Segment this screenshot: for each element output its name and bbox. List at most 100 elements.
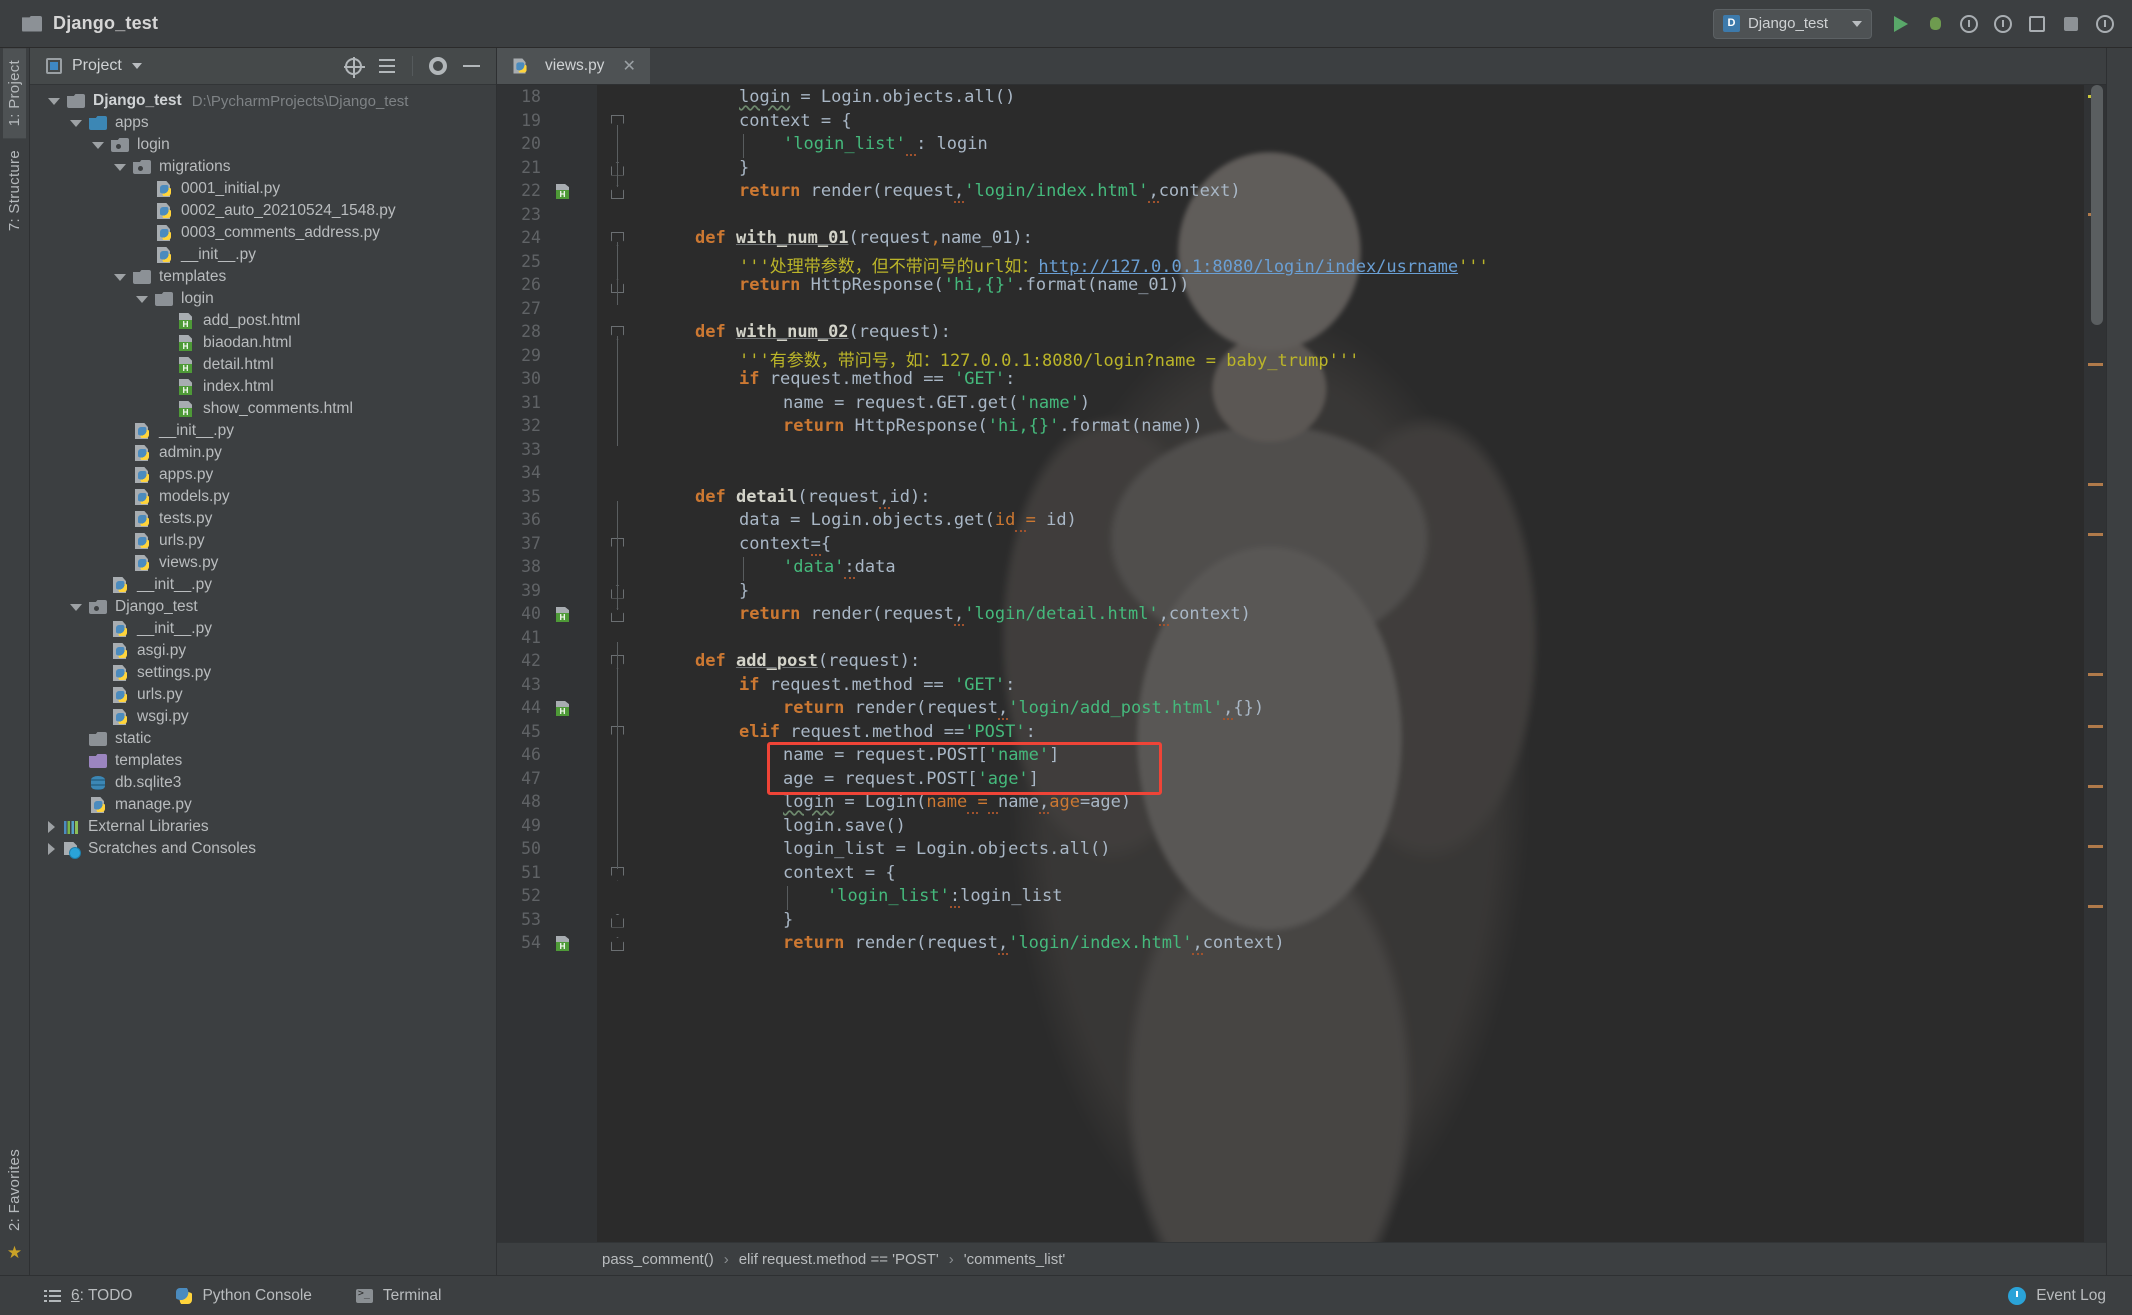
code-line[interactable]: '''处理带参数，但不带问号的url如：http://127.0.0.1:808…: [739, 252, 1489, 277]
run-configuration-selector[interactable]: D Django_test: [1713, 9, 1872, 39]
close-icon[interactable]: ✕: [622, 56, 635, 76]
tree-item-migrations[interactable]: migrations: [30, 156, 496, 178]
tree-item--init-py[interactable]: __init__.py: [30, 574, 496, 596]
chevron-down-icon[interactable]: [48, 98, 60, 105]
html-template-gutter-icon[interactable]: [556, 701, 571, 716]
tree-item-db-sqlite3[interactable]: db.sqlite3: [30, 772, 496, 794]
code-line[interactable]: return render(request,'login/detail.html…: [739, 604, 1251, 624]
tree-item-settings-py[interactable]: settings.py: [30, 662, 496, 684]
breadcrumb-item-2[interactable]: 'comments_list': [959, 1251, 1071, 1268]
code-line[interactable]: [651, 440, 661, 460]
code-fold-close-icon[interactable]: [611, 185, 624, 199]
breadcrumb-item-1[interactable]: elif request.method == 'POST': [734, 1251, 944, 1268]
tree-item-login[interactable]: login: [30, 288, 496, 310]
editor-tab-views-py[interactable]: views.py ✕: [497, 48, 650, 84]
tree-item-wsgi-py[interactable]: wsgi.py: [30, 706, 496, 728]
chevron-right-icon[interactable]: [48, 821, 55, 833]
code-line[interactable]: 'login_list' : login: [783, 134, 988, 154]
code-line[interactable]: 'login_list':login_list: [827, 886, 1062, 906]
chevron-down-icon[interactable]: [114, 274, 126, 281]
code-line[interactable]: def with_num_02(request):: [695, 322, 951, 342]
code-line[interactable]: def add_post(request):: [695, 651, 920, 671]
tree-item-admin-py[interactable]: admin.py: [30, 442, 496, 464]
tree-item-add-post-html[interactable]: add_post.html: [30, 310, 496, 332]
code-line[interactable]: }: [783, 910, 793, 930]
tree-item--init-py[interactable]: __init__.py: [30, 618, 496, 640]
chevron-down-icon[interactable]: [136, 296, 148, 303]
code-fold-close-icon[interactable]: [611, 608, 624, 622]
search-button[interactable]: [2088, 7, 2122, 41]
tree-item-apps-py[interactable]: apps.py: [30, 464, 496, 486]
code-line[interactable]: [651, 205, 661, 225]
code-line[interactable]: }: [739, 581, 749, 601]
tree-item-login[interactable]: login: [30, 134, 496, 156]
code-folding-gutter[interactable]: [597, 85, 643, 1242]
tree-item-show-comments-html[interactable]: show_comments.html: [30, 398, 496, 420]
code-line[interactable]: context={: [739, 534, 831, 554]
editor-body[interactable]: 1819202122232425262728293031323334353637…: [497, 85, 2106, 1242]
code-line[interactable]: '''有参数，带问号，如：127.0.0.1:8080/login?name =…: [739, 346, 1359, 371]
run-button[interactable]: [1884, 7, 1918, 41]
tree-item--init-py[interactable]: __init__.py: [30, 244, 496, 266]
code-line[interactable]: login = Login.objects.all(): [739, 87, 1015, 107]
code-line[interactable]: context = {: [783, 863, 896, 883]
run-with-coverage-button[interactable]: [1952, 7, 1986, 41]
code-line[interactable]: context = {: [739, 111, 852, 131]
stop-button[interactable]: [2054, 7, 2088, 41]
chevron-down-icon[interactable]: [70, 604, 82, 611]
code-line[interactable]: name = request.GET.get('name'): [783, 393, 1090, 413]
event-log-label[interactable]: Event Log: [2036, 1287, 2106, 1305]
code-line[interactable]: return render(request,'login/add_post.ht…: [783, 698, 1264, 718]
code-line[interactable]: return render(request,'login/index.html'…: [783, 933, 1285, 953]
tree-item-0002-auto-20210524-1548-py[interactable]: 0002_auto_20210524_1548.py: [30, 200, 496, 222]
tree-item-tests-py[interactable]: tests.py: [30, 508, 496, 530]
tool-tab-structure[interactable]: 7: Structure: [3, 138, 26, 243]
tree-item-index-html[interactable]: index.html: [30, 376, 496, 398]
html-template-gutter-icon[interactable]: [556, 184, 571, 199]
debug-button[interactable]: [1918, 7, 1952, 41]
code-line[interactable]: login.save(): [783, 816, 906, 836]
code-line[interactable]: def detail(request,id):: [695, 487, 930, 507]
code-line[interactable]: def with_num_01(request,name_01):: [695, 228, 1033, 248]
code-line[interactable]: if request.method == 'GET':: [739, 675, 1015, 695]
profile-button[interactable]: [1986, 7, 2020, 41]
status-item-todo[interactable]: 6: TODO: [44, 1287, 132, 1305]
tree-item-manage-py[interactable]: manage.py: [30, 794, 496, 816]
code-line[interactable]: }: [739, 158, 749, 178]
html-template-gutter-icon[interactable]: [556, 607, 571, 622]
code-fold-close-icon[interactable]: [611, 914, 624, 928]
tree-item-templates[interactable]: templates: [30, 266, 496, 288]
html-template-gutter-icon[interactable]: [556, 936, 571, 951]
code-view[interactable]: 1819202122232425262728293031323334353637…: [497, 85, 2106, 1242]
gear-icon[interactable]: [429, 57, 447, 75]
tree-item-0001-initial-py[interactable]: 0001_initial.py: [30, 178, 496, 200]
status-item-python-console[interactable]: Python Console: [176, 1287, 311, 1305]
code-line[interactable]: if request.method == 'GET':: [739, 369, 1015, 389]
code-line[interactable]: login = Login(name = name,age=age): [783, 792, 1131, 812]
tool-tab-favorites[interactable]: 2: Favorites: [3, 1137, 26, 1243]
tree-item--init-py[interactable]: __init__.py: [30, 420, 496, 442]
tree-item-biaodan-html[interactable]: biaodan.html: [30, 332, 496, 354]
breadcrumb-item-0[interactable]: pass_comment(): [597, 1251, 719, 1268]
code-fold-open-icon[interactable]: [611, 867, 624, 881]
tree-item-urls-py[interactable]: urls.py: [30, 684, 496, 706]
tree-item-django-test[interactable]: Django_testD:\PycharmProjects\Django_tes…: [30, 90, 496, 112]
chevron-down-icon[interactable]: [132, 63, 142, 69]
tree-item-templates[interactable]: templates: [30, 750, 496, 772]
tree-item-0003-comments-address-py[interactable]: 0003_comments_address.py: [30, 222, 496, 244]
tree-item-asgi-py[interactable]: asgi.py: [30, 640, 496, 662]
code-text-area[interactable]: login = Login.objects.all() context = { 'l…: [643, 85, 2106, 1242]
tree-item-urls-py[interactable]: urls.py: [30, 530, 496, 552]
code-line[interactable]: elif request.method =='POST':: [739, 722, 1036, 742]
tree-item-scratches-and-consoles[interactable]: Scratches and Consoles: [30, 838, 496, 860]
tool-tab-project[interactable]: 1: Project: [3, 48, 26, 138]
code-line[interactable]: return render(request,'login/index.html'…: [739, 181, 1241, 201]
project-tree[interactable]: Django_testD:\PycharmProjects\Django_tes…: [30, 85, 496, 1275]
line-number-gutter[interactable]: 1819202122232425262728293031323334353637…: [497, 85, 597, 1242]
error-stripe-gutter[interactable]: [2084, 85, 2106, 1242]
chevron-down-icon[interactable]: [70, 120, 82, 127]
tree-item-detail-html[interactable]: detail.html: [30, 354, 496, 376]
breadcrumb[interactable]: pass_comment() › elif request.method == …: [497, 1242, 2106, 1275]
collapse-all-icon[interactable]: [378, 57, 396, 75]
code-line[interactable]: return HttpResponse('hi,{}'.format(name)…: [783, 416, 1203, 436]
